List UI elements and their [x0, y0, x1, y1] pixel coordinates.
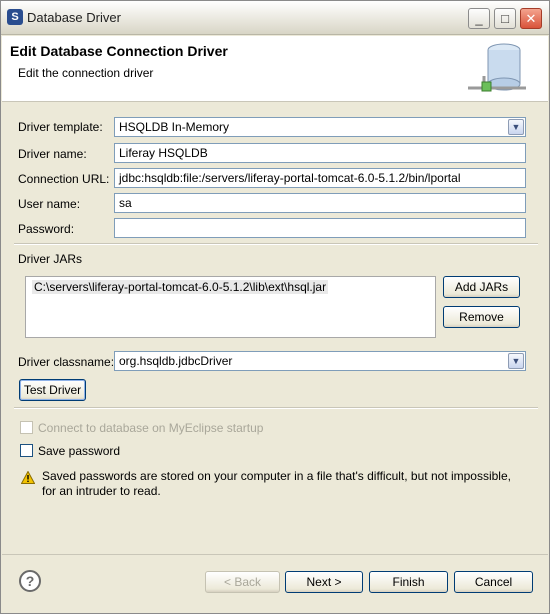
driver-classname-label: Driver classname: [18, 355, 115, 369]
section-divider [14, 243, 538, 245]
header-banner: Edit Database Connection Driver Edit the… [2, 36, 548, 102]
driver-jars-label: Driver JARs [18, 252, 83, 266]
warning-text: Saved passwords are stored on your compu… [42, 469, 511, 498]
add-jars-button[interactable]: Add JARs [443, 276, 520, 298]
password-label: Password: [18, 222, 75, 236]
password-field[interactable] [114, 218, 526, 238]
window-title: Database Driver [27, 10, 121, 25]
connect-on-startup-checkbox[interactable] [20, 421, 33, 434]
next-button[interactable]: Next > [285, 571, 363, 593]
connect-on-startup-label: Connect to database on MyEclipse startup [38, 421, 264, 435]
page-subtitle: Edit the connection driver [18, 66, 154, 80]
back-button[interactable]: < Back [205, 571, 280, 593]
save-password-label: Save password [38, 444, 121, 458]
close-button[interactable]: ✕ [520, 8, 542, 29]
finish-button[interactable]: Finish [369, 571, 448, 593]
title-bar[interactable]: S Database Driver _ □ ✕ [1, 1, 549, 35]
app-icon: S [7, 9, 23, 25]
maximize-button[interactable]: □ [494, 8, 516, 29]
list-item[interactable]: C:\servers\liferay-portal-tomcat-6.0-5.1… [32, 280, 329, 294]
dialog-window: S Database Driver _ □ ✕ Edit Database Co… [0, 0, 550, 614]
page-title: Edit Database Connection Driver [10, 43, 228, 59]
user-name-label: User name: [18, 197, 81, 211]
driver-template-label: Driver template: [18, 120, 103, 134]
driver-name-label: Driver name: [18, 147, 87, 161]
test-driver-button[interactable]: Test Driver [19, 379, 86, 401]
driver-template-select[interactable]: HSQLDB In-Memory ▼ [114, 117, 526, 137]
driver-classname-value: org.hsqldb.jdbcDriver [119, 354, 233, 368]
save-password-checkbox[interactable] [20, 444, 33, 457]
chevron-down-icon[interactable]: ▼ [508, 119, 524, 135]
chevron-down-icon[interactable]: ▼ [508, 353, 524, 369]
connection-url-label: Connection URL: [18, 172, 110, 186]
user-name-field[interactable]: sa [114, 193, 526, 213]
database-icon [468, 43, 526, 92]
help-icon[interactable]: ? [19, 570, 41, 592]
driver-jars-list[interactable]: C:\servers\liferay-portal-tomcat-6.0-5.1… [25, 276, 436, 338]
section-divider [14, 407, 538, 409]
cancel-button[interactable]: Cancel [454, 571, 533, 593]
footer-divider [2, 554, 548, 555]
driver-template-value: HSQLDB In-Memory [119, 120, 230, 134]
driver-name-field[interactable]: Liferay HSQLDB [114, 143, 526, 163]
connection-url-field[interactable]: jdbc:hsqldb:file:/servers/liferay-portal… [114, 168, 526, 188]
warning-icon [21, 471, 35, 484]
driver-classname-select[interactable]: org.hsqldb.jdbcDriver ▼ [114, 351, 526, 371]
remove-button[interactable]: Remove [443, 306, 520, 328]
minimize-button[interactable]: _ [468, 8, 490, 29]
